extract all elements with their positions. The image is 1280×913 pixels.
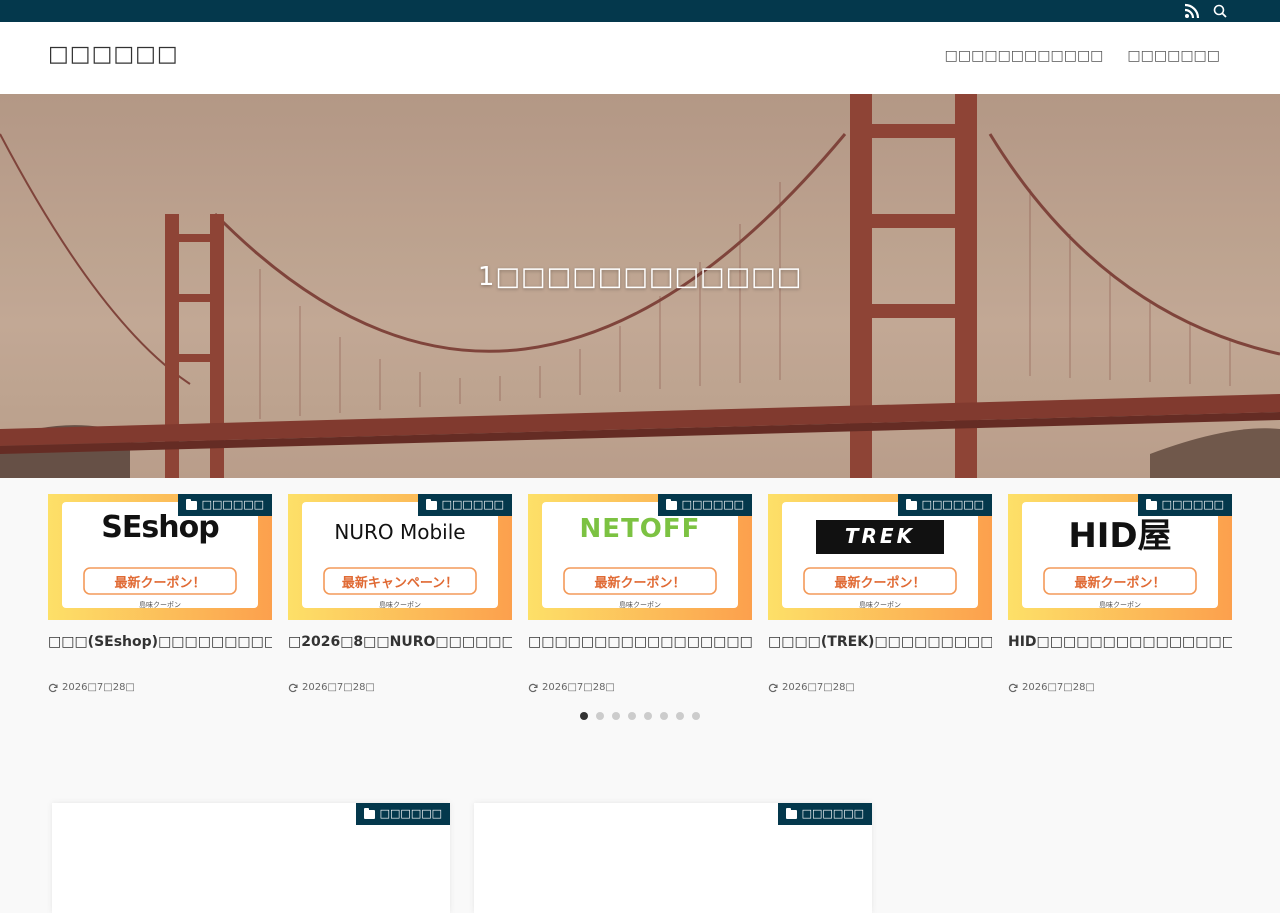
folder-icon [1145,498,1157,510]
post-card[interactable]: □□□□□□ [52,803,450,913]
refresh-icon [1008,683,1018,692]
card-title[interactable]: □2026□8□□NURO□□□□□□□□□□□□□□□□□□□□□□□□□□□… [288,632,512,674]
card-logo: NURO Mobile [334,520,466,544]
rss-icon[interactable] [1184,3,1200,19]
folder-icon [425,498,437,510]
post-card[interactable]: □□□□□□ [474,803,872,913]
carousel-card[interactable]: NURO Mobile 最新キャンペーン！ 島味クーポン □□□□□□ □202… [288,494,512,693]
carousel-dot[interactable] [596,712,604,720]
card-footer: 島味クーポン [619,601,661,609]
card-banner: 最新クーポン！ [594,576,686,591]
date-text: 2026□7□28□ [302,682,375,693]
date-text: 2026□7□28□ [62,682,135,693]
card-logo: NETOFF [579,514,701,544]
card-thumbnail[interactable]: TREK 最新クーポン！ 島味クーポン □□□□□□ [768,494,992,620]
carousel-card[interactable]: TREK 最新クーポン！ 島味クーポン □□□□□□ □□□□(TREK)□□□… [768,494,992,693]
card-title[interactable]: □□□(SEshop)□□□□□□□□□□□□□□□□2026□8□□ [48,632,272,674]
post-list: □□□□□□ □□□□□□ [52,803,872,913]
carousel-dot[interactable] [660,712,668,720]
carousel-dot[interactable] [612,712,620,720]
card-title[interactable]: HID□□□□□□□□□□□□□□□□□□□□□□□□□□□2026□8□□ [1008,632,1232,674]
search-icon[interactable] [1212,3,1228,19]
date-text: 2026□7□28□ [542,682,615,693]
category-text: □□□□□□ [201,498,264,511]
card-date: 2026□7□28□ [768,682,992,693]
folder-icon [185,498,197,510]
card-banner: 最新クーポン！ [114,576,206,591]
category-text: □□□□□□ [681,498,744,511]
category-label[interactable]: □□□□□□ [1137,494,1232,516]
category-label[interactable]: □□□□□□ [417,494,512,516]
card-logo: TREK [844,524,916,548]
carousel-dots [0,712,1280,720]
carousel-dot[interactable] [628,712,636,720]
refresh-icon [768,683,778,692]
card-footer: 島味クーポン [139,601,181,609]
card-footer: 島味クーポン [1099,601,1141,609]
top-bar [0,0,1280,22]
refresh-icon [528,683,538,692]
refresh-icon [288,683,298,692]
carousel-card[interactable]: HID屋 最新クーポン！ 島味クーポン □□□□□□ HID□□□□□□□□□□… [1008,494,1232,693]
card-date: 2026□7□28□ [528,682,752,693]
carousel-card[interactable]: NETOFF 最新クーポン！ 島味クーポン □□□□□□ □□□□□□□□□□□… [528,494,752,693]
card-title[interactable]: □□□□□□□□□□□□□□□□□□□□□□□□□□□□2026□8□□ [528,632,752,674]
card-thumbnail[interactable]: HID屋 最新クーポン！ 島味クーポン □□□□□□ [1008,494,1232,620]
card-footer: 島味クーポン [379,601,421,609]
date-text: 2026□7□28□ [1022,682,1095,693]
card-title[interactable]: □□□□(TREK)□□□□□□□□□□□□□□□□□□2026□8□□ [768,632,992,674]
carousel-dot[interactable] [692,712,700,720]
carousel-dot[interactable] [580,712,588,720]
category-text: □□□□□□ [379,807,442,820]
nav-item-1[interactable]: □□□□□□□□□□□□ [945,48,1104,64]
category-text: □□□□□□ [441,498,504,511]
hero-banner: 1□□□□□□□□□□□□ [0,94,1280,478]
nav-item-2[interactable]: □□□□□□□ [1127,48,1220,64]
category-text: □□□□□□ [921,498,984,511]
hero-title: 1□□□□□□□□□□□□ [477,262,803,292]
folder-icon [363,807,375,819]
category-label[interactable]: □□□□□□ [777,803,872,825]
carousel-dot[interactable] [644,712,652,720]
card-date: 2026□7□28□ [1008,682,1232,693]
carousel-dot[interactable] [676,712,684,720]
category-label[interactable]: □□□□□□ [177,494,272,516]
card-date: 2026□7□28□ [288,682,512,693]
folder-icon [785,807,797,819]
folder-icon [905,498,917,510]
site-header: □□□□□□ □□□□□□□□□□□□ □□□□□□□ [0,22,1280,94]
date-text: 2026□7□28□ [782,682,855,693]
folder-icon [665,498,677,510]
category-text: □□□□□□ [1161,498,1224,511]
category-text: □□□□□□ [801,807,864,820]
card-banner: 最新キャンペーン！ [341,576,459,591]
category-label[interactable]: □□□□□□ [355,803,450,825]
featured-carousel: SEshop 最新クーポン！ 島味クーポン □□□□□□ □□□(SEshop)… [0,478,1280,720]
card-thumbnail[interactable]: NETOFF 最新クーポン！ 島味クーポン □□□□□□ [528,494,752,620]
card-thumbnail[interactable]: NURO Mobile 最新キャンペーン！ 島味クーポン □□□□□□ [288,494,512,620]
category-label[interactable]: □□□□□□ [897,494,992,516]
card-footer: 島味クーポン [859,601,901,609]
card-banner: 最新クーポン！ [1074,576,1166,591]
card-thumbnail[interactable]: SEshop 最新クーポン！ 島味クーポン □□□□□□ [48,494,272,620]
site-title[interactable]: □□□□□□ [48,42,179,67]
global-nav: □□□□□□□□□□□□ □□□□□□□ [945,48,1220,64]
card-date: 2026□7□28□ [48,682,272,693]
category-label[interactable]: □□□□□□ [657,494,752,516]
card-banner: 最新クーポン！ [834,576,926,591]
carousel-card[interactable]: SEshop 最新クーポン！ 島味クーポン □□□□□□ □□□(SEshop)… [48,494,272,693]
refresh-icon [48,683,58,692]
